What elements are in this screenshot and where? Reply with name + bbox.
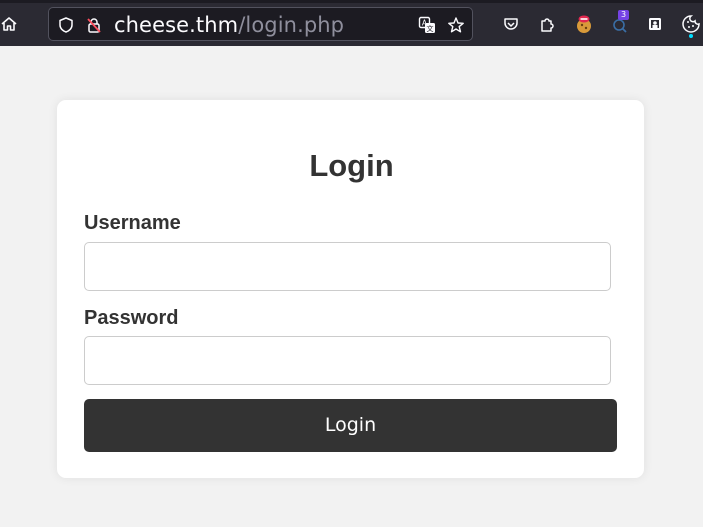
extension-badge-count: 3	[618, 10, 630, 20]
home-icon[interactable]	[0, 12, 21, 36]
pocket-icon[interactable]	[499, 12, 523, 36]
container-icon[interactable]	[643, 12, 667, 36]
url-path: /login.php	[238, 13, 345, 37]
login-heading: Login	[309, 148, 394, 183]
shield-icon[interactable]	[56, 15, 76, 35]
username-input[interactable]	[84, 242, 611, 291]
username-label: Username	[84, 212, 181, 234]
url-text[interactable]: cheese.thm/login.php	[114, 14, 344, 36]
login-button[interactable]: Login	[84, 399, 617, 452]
tab-strip-edge	[0, 0, 703, 3]
extensions-icon[interactable]	[535, 12, 559, 36]
insecure-lock-icon[interactable]	[84, 15, 104, 35]
password-label: Password	[84, 307, 179, 329]
extension-badge-icon[interactable]: 3	[608, 10, 632, 36]
translate-icon[interactable]: A文	[417, 15, 437, 35]
password-input[interactable]	[84, 336, 611, 385]
browser-toolbar: cheese.thm/login.php A文 3	[0, 0, 703, 46]
cookie-editor-icon[interactable]	[572, 12, 596, 36]
bookmark-star-icon[interactable]	[446, 15, 466, 35]
cookie-icon[interactable]	[679, 12, 703, 38]
url-host: cheese.thm	[114, 13, 239, 37]
active-indicator-dot	[689, 34, 693, 38]
svg-text:文: 文	[427, 24, 434, 33]
address-bar[interactable]: cheese.thm/login.php A文	[48, 7, 473, 41]
